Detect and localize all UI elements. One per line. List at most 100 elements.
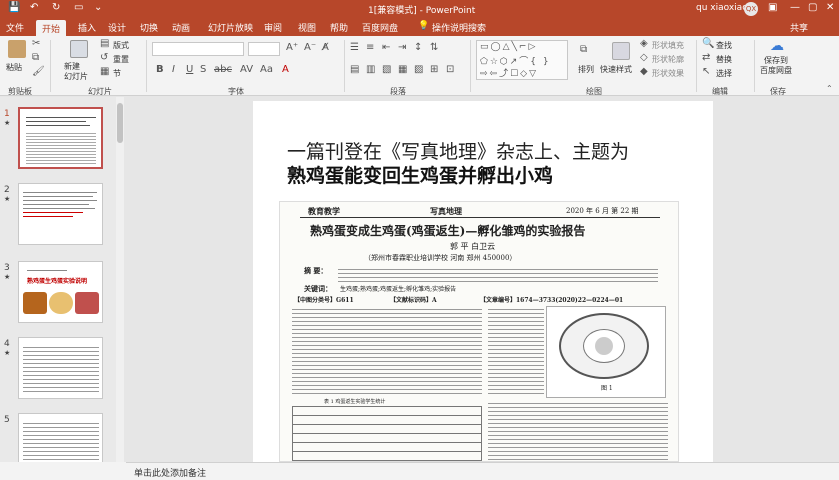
replace-button[interactable]: 替换 <box>716 54 732 65</box>
slides-panel-scrollbar[interactable] <box>116 97 124 462</box>
align-right-icon[interactable]: ▧ <box>382 64 391 75</box>
customize-quick-access-icon[interactable]: ⌄ <box>94 2 102 13</box>
find-button[interactable]: 查找 <box>716 40 732 51</box>
article-image[interactable]: 教育教学 写真地理 2020 年 6 月 第 22 期 熟鸡蛋变成生鸡蛋(鸡蛋返… <box>279 201 679 462</box>
shape-fill-icon[interactable]: ◈ <box>640 38 648 49</box>
text-direction-icon[interactable]: ⇅ <box>430 42 438 53</box>
undo-icon[interactable]: ↶ <box>30 2 38 13</box>
new-slide-icon[interactable] <box>70 40 88 58</box>
tab-view[interactable]: 视图 <box>298 21 316 34</box>
font-size-dropdown[interactable] <box>248 42 280 56</box>
scroll-thumb[interactable] <box>117 103 123 143</box>
shape-fill-button[interactable]: 形状填充 <box>652 40 684 51</box>
columns-icon[interactable]: ▨ <box>414 64 423 75</box>
layout-icon[interactable]: ▤ <box>100 38 109 49</box>
notes-placeholder[interactable]: 单击此处添加备注 <box>134 469 206 479</box>
clear-formatting-icon[interactable]: A̸ <box>322 42 329 53</box>
quick-styles-icon[interactable] <box>612 42 630 60</box>
change-case-icon[interactable]: Aa <box>260 64 273 75</box>
avatar[interactable]: QX <box>744 2 758 16</box>
select-icon[interactable]: ↖ <box>702 66 710 77</box>
justify-icon[interactable]: ▦ <box>398 64 407 75</box>
shape-outline-icon[interactable]: ◇ <box>640 52 648 63</box>
align-left-icon[interactable]: ▤ <box>350 64 359 75</box>
italic-icon[interactable]: I <box>172 64 175 75</box>
paste-icon[interactable] <box>8 40 26 58</box>
font-color-icon[interactable]: A <box>282 64 289 75</box>
slide-headline-line2[interactable]: 熟鸡蛋能变回生鸡蛋并孵出小鸡 <box>287 161 553 188</box>
shapes-icon[interactable]: ⇨⇦⤴☐◇▽ <box>480 66 538 79</box>
collapse-ribbon-icon[interactable]: ⌃ <box>826 84 833 93</box>
line-spacing-icon[interactable]: ↕ <box>414 42 422 53</box>
redo-icon[interactable]: ↻ <box>52 2 60 13</box>
tab-design[interactable]: 设计 <box>108 21 126 34</box>
format-painter-icon[interactable]: 🖌 <box>32 66 45 77</box>
shapes-icon[interactable]: ▭◯△╲⌐▷ <box>480 42 537 52</box>
save-to-netdisk-button[interactable]: 保存到 百度网盘 <box>760 56 792 76</box>
paste-button[interactable]: 粘贴 <box>6 62 22 73</box>
slide-thumbnail-2[interactable] <box>18 183 103 245</box>
tell-me-search[interactable]: 操作说明搜索 <box>432 21 486 34</box>
section-button[interactable]: 节 <box>113 68 121 79</box>
slide-headline-line1[interactable]: 一篇刊登在《写真地理》杂志上、主题为 <box>287 137 629 164</box>
ribbon-display-icon[interactable]: ▣ <box>768 2 777 13</box>
share-button[interactable]: 共享 <box>790 21 808 34</box>
minimize-icon[interactable]: — <box>790 2 800 13</box>
save-icon[interactable]: 💾 <box>8 2 20 13</box>
tab-baidu-netdisk[interactable]: 百度网盘 <box>362 21 398 34</box>
section-icon[interactable]: ▦ <box>100 66 109 77</box>
baidu-netdisk-icon[interactable]: ☁ <box>770 38 784 54</box>
slideshow-start-icon[interactable]: ▭ <box>74 2 83 13</box>
smartart-icon[interactable]: ⊡ <box>446 64 454 75</box>
cut-icon[interactable]: ✂ <box>32 38 40 49</box>
copy-icon[interactable]: ⧉ <box>32 52 39 63</box>
increase-indent-icon[interactable]: ⇥ <box>398 42 406 53</box>
tab-slideshow[interactable]: 幻灯片放映 <box>208 21 253 34</box>
notes-pane[interactable]: 单击此处添加备注 <box>126 462 839 480</box>
bullets-icon[interactable]: ☰ <box>350 42 359 53</box>
shape-effects-icon[interactable]: ◆ <box>640 66 648 77</box>
tell-me-icon[interactable]: 💡 <box>418 21 429 31</box>
current-slide[interactable]: 一篇刊登在《写真地理》杂志上、主题为 熟鸡蛋能变回生鸡蛋并孵出小鸡 教育教学 写… <box>253 101 713 462</box>
slides-panel: 1 ★ 2 ★ 3 ★ 熟鸡蛋生鸡蛋实验说明 4 ★ 5 <box>0 97 116 463</box>
tab-home[interactable]: 开始 <box>36 20 67 36</box>
replace-icon[interactable]: ⇄ <box>702 52 710 63</box>
tab-transitions[interactable]: 切换 <box>140 21 158 34</box>
close-icon[interactable]: ✕ <box>826 2 834 13</box>
arrange-icon[interactable]: ⧉ <box>580 44 587 55</box>
reset-icon[interactable]: ↺ <box>100 52 108 63</box>
slide-thumbnail-5[interactable] <box>18 413 103 463</box>
tab-animations[interactable]: 动画 <box>172 21 190 34</box>
maximize-icon[interactable]: ▢ <box>808 2 817 13</box>
shape-outline-button[interactable]: 形状轮廓 <box>652 54 684 65</box>
shape-effects-button[interactable]: 形状效果 <box>652 68 684 79</box>
tab-file[interactable]: 文件 <box>6 21 24 34</box>
align-text-icon[interactable]: ⊞ <box>430 64 438 75</box>
character-spacing-icon[interactable]: AV <box>240 64 253 75</box>
shadow-icon[interactable]: S <box>200 64 206 75</box>
underline-icon[interactable]: U <box>186 64 193 75</box>
strikethrough-icon[interactable]: abc <box>214 64 232 75</box>
numbering-icon[interactable]: ≡ <box>366 42 374 53</box>
arrange-button[interactable]: 排列 <box>578 64 594 75</box>
quick-styles-button[interactable]: 快速样式 <box>600 64 632 75</box>
select-button[interactable]: 选择 <box>716 68 732 79</box>
increase-font-icon[interactable]: A⁺ <box>286 42 298 53</box>
slide-thumbnail-1[interactable] <box>18 107 103 169</box>
find-icon[interactable]: 🔍 <box>702 38 714 49</box>
new-slide-button[interactable]: 新建 幻灯片 <box>64 62 88 82</box>
font-name-dropdown[interactable] <box>152 42 244 56</box>
tab-help[interactable]: 帮助 <box>330 21 348 34</box>
user-name[interactable]: qu xiaoxiao <box>696 3 748 13</box>
slide-thumbnail-4[interactable] <box>18 337 103 399</box>
bold-icon[interactable]: B <box>156 64 164 75</box>
decrease-font-icon[interactable]: A⁻ <box>304 42 316 53</box>
shapes-gallery[interactable]: ▭◯△╲⌐▷ ⬠☆⬡↗⌒{ } ⇨⇦⤴☐◇▽ <box>476 40 568 80</box>
align-center-icon[interactable]: ▥ <box>366 64 375 75</box>
tab-insert[interactable]: 插入 <box>78 21 96 34</box>
tab-review[interactable]: 审阅 <box>264 21 282 34</box>
reset-button[interactable]: 重置 <box>113 54 129 65</box>
layout-button[interactable]: 版式 <box>113 40 129 51</box>
decrease-indent-icon[interactable]: ⇤ <box>382 42 390 53</box>
slide-thumbnail-3[interactable]: 熟鸡蛋生鸡蛋实验说明 <box>18 261 103 323</box>
